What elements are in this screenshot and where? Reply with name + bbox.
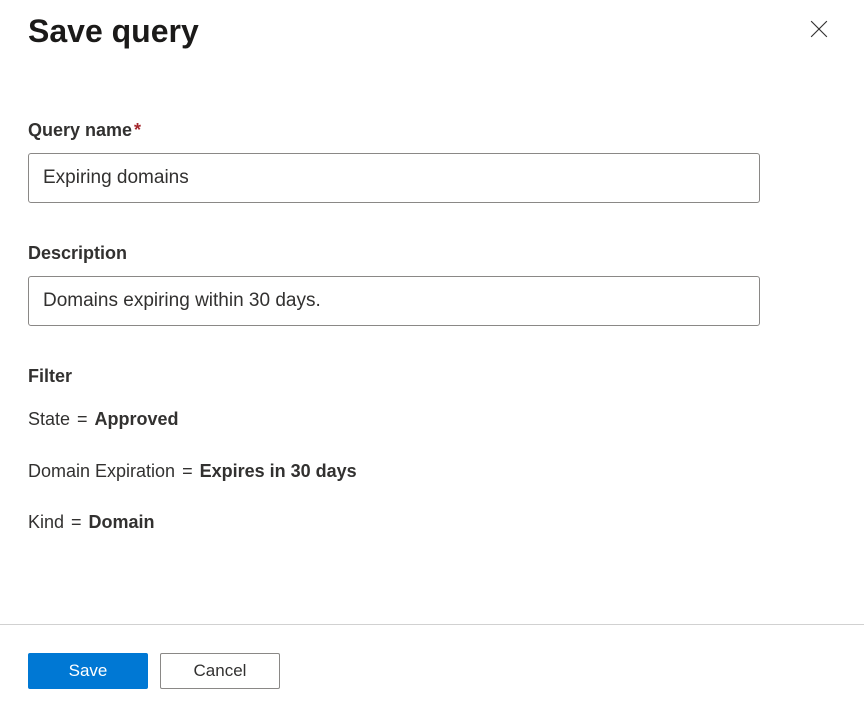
query-name-label: Query name*: [28, 120, 836, 141]
filter-eq: =: [66, 512, 87, 532]
description-label: Description: [28, 243, 836, 264]
dialog-footer: Save Cancel: [0, 624, 864, 719]
filter-eq: =: [72, 409, 93, 429]
cancel-button[interactable]: Cancel: [160, 653, 280, 689]
filter-eq: =: [177, 461, 198, 481]
filter-row-kind: Kind = Domain: [28, 510, 836, 535]
filter-key: State: [28, 409, 70, 429]
filter-row-expiration: Domain Expiration = Expires in 30 days: [28, 459, 836, 484]
filter-value: Approved: [95, 409, 179, 429]
query-name-group: Query name*: [28, 120, 836, 203]
filter-value: Domain: [89, 512, 155, 532]
filter-heading: Filter: [28, 366, 836, 387]
description-group: Description: [28, 243, 836, 326]
filter-section: Filter State = Approved Domain Expiratio…: [28, 366, 836, 535]
dialog-title: Save query: [28, 12, 199, 50]
query-name-label-text: Query name: [28, 120, 132, 140]
required-asterisk: *: [134, 120, 141, 140]
filter-row-state: State = Approved: [28, 407, 836, 432]
description-input[interactable]: [28, 276, 760, 326]
filter-key: Domain Expiration: [28, 461, 175, 481]
query-name-input[interactable]: [28, 153, 760, 203]
close-icon: [810, 20, 828, 38]
filter-value: Expires in 30 days: [200, 461, 357, 481]
save-button[interactable]: Save: [28, 653, 148, 689]
close-button[interactable]: [802, 12, 836, 46]
filter-key: Kind: [28, 512, 64, 532]
